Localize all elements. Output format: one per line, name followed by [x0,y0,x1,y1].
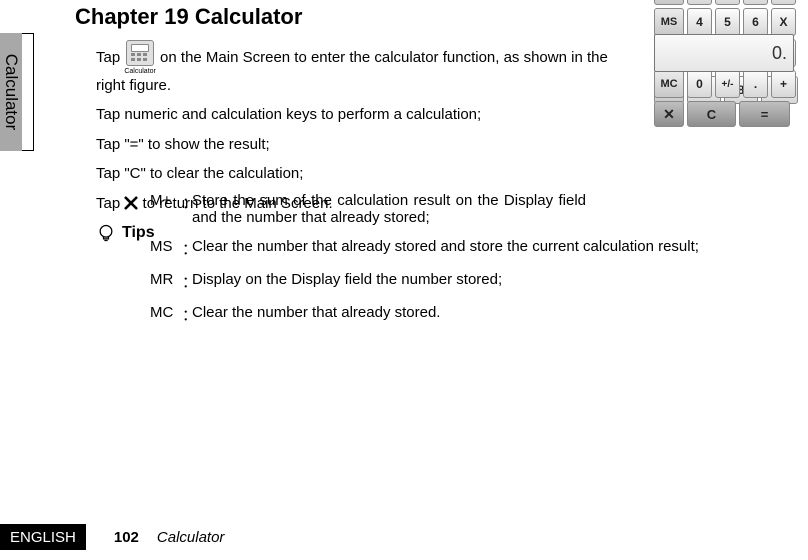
tip-row: MR ： Display on the Display field the nu… [150,271,786,292]
tip-key: M+ [150,192,182,226]
tip-desc: Clear the number that already stored. [192,304,440,325]
tip-desc: Display on the Display field the number … [192,271,502,292]
calc-key-9: 9 [743,0,768,5]
chapter-title: Chapter 19 Calculator [75,4,302,30]
calc-key-multiply: X [771,8,796,36]
tip-key: MC [150,304,182,325]
close-icon [124,195,142,212]
calc-key-5: 5 [715,8,740,36]
calculator-display: 0. [654,34,794,72]
calculator-screenshot: 0. M+ 7 8 M+ 7 8 9 ÷ MS 4 5 6 X MR 1 2 3… [654,34,794,233]
calc-key-plus: + [771,70,796,98]
tip-desc: Store the sum of the calculation result … [192,192,586,226]
para-1: Tap Calculator on the Main Screen to ent… [96,40,636,95]
calc-key-ms: MS [654,8,684,36]
calc-key-close: ✕ [654,101,684,127]
calculator-app-icon: Calculator [124,40,156,76]
side-tab-label: Calculator [1,54,21,131]
footer-language: ENGLISH [0,524,86,550]
tip-key: MS [150,238,182,259]
lightbulb-icon [96,223,116,249]
calc-key-8: 8 [715,0,740,5]
calc-key-mc: MC [654,70,684,98]
calc-key-divide: ÷ [771,0,796,5]
calc-key-equals: = [739,101,790,127]
para-2: Tap numeric and calculation keys to perf… [96,105,636,125]
calc-key-4: 4 [687,8,712,36]
tip-row: MC ： Clear the number that already store… [150,304,786,325]
calc-key-6: 6 [743,8,768,36]
para-4: Tap "C" to clear the calculation; [96,164,636,184]
side-tab: Calculator [0,33,34,151]
calc-key-dot: . [743,70,768,98]
calc-key-clear: C [687,101,736,127]
tip-desc: Clear the number that already stored and… [192,238,699,259]
calc-key-7: 7 [687,0,712,5]
calc-key-sign: +/- [715,70,740,98]
para-3: Tap "=" to show the result; [96,135,636,155]
footer-section: Calculator [157,529,225,546]
tip-row: MS ： Clear the number that already store… [150,238,786,259]
footer-page-number: 102 [114,529,139,546]
calc-key-0: 0 [687,70,712,98]
footer: ENGLISH 102 Calculator [0,524,224,550]
tip-key: MR [150,271,182,292]
calc-key-mplus: M+ [654,0,684,5]
